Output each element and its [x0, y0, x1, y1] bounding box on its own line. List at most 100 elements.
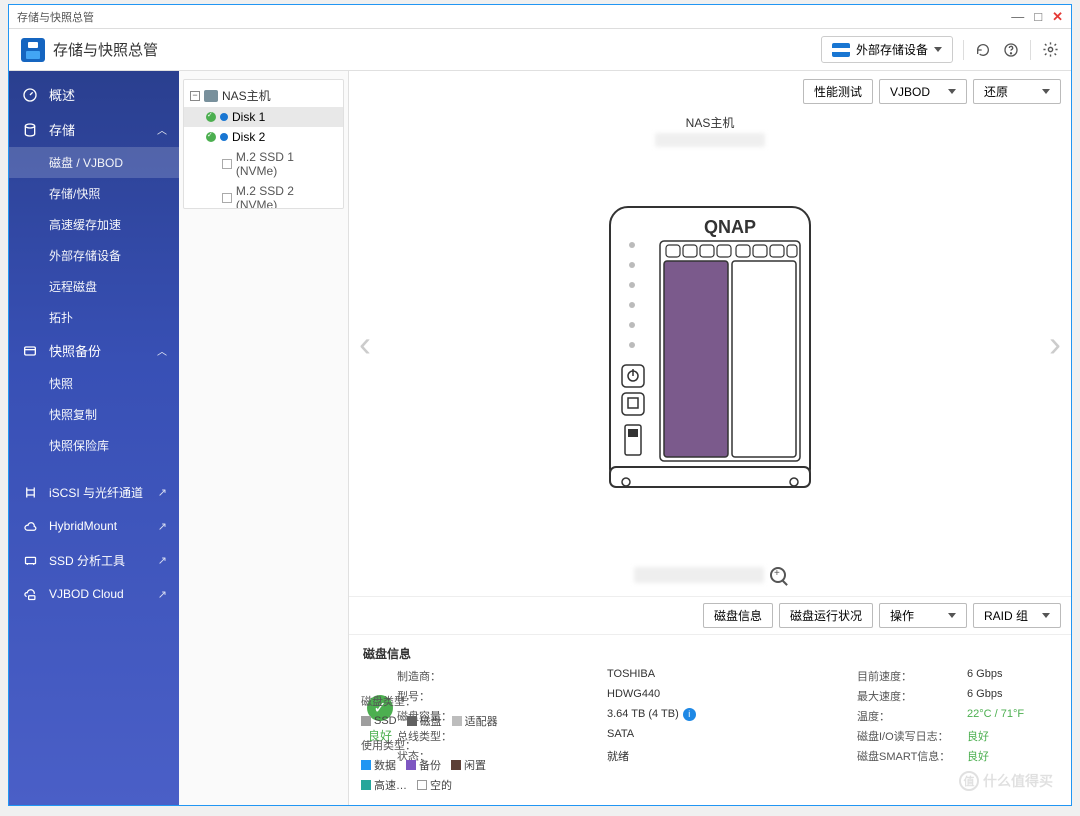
operate-dropdown[interactable]: 操作	[879, 603, 967, 628]
zoom-in-icon[interactable]	[770, 567, 786, 583]
sidebar-item-external[interactable]: 外部存储设备	[9, 240, 179, 271]
info-right-columns: 目前速度： 6 Gbps 最大速度： 6 Gbps 温度： 22°C / 71°…	[857, 668, 1057, 764]
sidebar-link-iscsi[interactable]: iSCSI 与光纤通道 ↗	[9, 475, 179, 509]
legend-section: 磁盘类型： SSD 磁盘 适配器 使用类型： 数据 备份 闲置 高速… 空的	[361, 693, 521, 801]
legend-ssd-label: SSD	[374, 715, 397, 727]
disk-dot-icon	[220, 113, 228, 121]
manufacturer-value: TOSHIBA	[607, 668, 707, 684]
redacted-serial	[634, 567, 764, 583]
bus-value: SATA	[607, 728, 707, 744]
raid-dropdown[interactable]: RAID 组	[973, 603, 1061, 628]
capacity-value: 3.64 TB (4 TB) i	[607, 708, 707, 724]
cur-speed-value: 6 Gbps	[967, 668, 1057, 684]
refresh-icon[interactable]	[974, 41, 992, 59]
state-value: 就绪	[607, 748, 707, 764]
tree-root[interactable]: − NAS主机	[184, 84, 343, 107]
sidebar-item-topology[interactable]: 拓扑	[9, 302, 179, 333]
sidebar-snapshot[interactable]: 快照备份 ︿	[9, 333, 179, 368]
disk-health-button[interactable]: 磁盘运行状况	[779, 603, 873, 628]
smart-value: 良好	[967, 748, 1057, 764]
next-arrow[interactable]: ›	[1049, 323, 1061, 365]
minimize-button[interactable]: —	[1011, 9, 1024, 25]
header-actions: 外部存储设备	[821, 36, 1059, 63]
diagram-area: NAS主机 ‹ › QNAP	[349, 108, 1071, 596]
legend-idle-icon	[451, 760, 461, 770]
legend-cache-label: 高速…	[374, 777, 407, 793]
disk-info-button[interactable]: 磁盘信息	[703, 603, 773, 628]
tree-m2-slot-2[interactable]: M.2 SSD 2 (NVMe)	[184, 181, 343, 209]
sidebar-item-snapshot-vault[interactable]: 快照保险库	[9, 430, 179, 461]
smart-label: 磁盘SMART信息：	[857, 748, 967, 764]
restore-label: 还原	[984, 83, 1008, 100]
capacity-text: 3.64 TB (4 TB)	[607, 708, 679, 720]
sidebar: 概述 存储 ︿ 磁盘 / VJBOD 存储/快照 高速缓存加速 外部存储设备 远…	[9, 71, 179, 805]
io-log-value: 良好	[967, 728, 1057, 744]
chevron-down-icon	[1042, 613, 1050, 618]
max-speed-label: 最大速度：	[857, 688, 967, 704]
tree-root-label: NAS主机	[222, 87, 271, 104]
gauge-icon	[21, 86, 39, 104]
sidebar-item-snapshot-copy[interactable]: 快照复制	[9, 399, 179, 430]
operate-label: 操作	[890, 607, 914, 624]
close-button[interactable]: ✕	[1052, 9, 1063, 25]
info-icon[interactable]: i	[683, 708, 696, 721]
iscsi-icon	[21, 483, 39, 501]
sidebar-item-snapshot[interactable]: 快照	[9, 368, 179, 399]
status-ok-icon	[206, 132, 216, 142]
diagram-title: NAS主机	[686, 114, 735, 131]
vjbod-label: VJBOD	[890, 85, 930, 99]
sidebar-link-label: HybridMount	[49, 519, 117, 533]
tree-slot-label: M.2 SSD 2 (NVMe)	[236, 184, 337, 209]
external-storage-button[interactable]: 外部存储设备	[821, 36, 953, 63]
app-window: 存储与快照总管 — □ ✕ 存储与快照总管 外部存储设备 概述	[8, 4, 1072, 806]
main-panel: 性能测试 VJBOD 还原 NAS主机 ‹ › QNAP	[349, 71, 1071, 805]
maximize-button[interactable]: □	[1034, 9, 1042, 25]
sidebar-link-label: SSD 分析工具	[49, 552, 125, 569]
tree-disk-label: Disk 2	[232, 130, 265, 144]
external-link-icon: ↗	[158, 554, 167, 567]
cloud-icon	[21, 517, 39, 535]
sidebar-item-storage-snapshot[interactable]: 存储/快照	[9, 178, 179, 209]
app-title: 存储与快照总管	[53, 39, 158, 60]
sidebar-overview[interactable]: 概述	[9, 77, 179, 112]
legend-empty-icon	[417, 780, 427, 790]
sidebar-link-hybridmount[interactable]: HybridMount ↗	[9, 509, 179, 543]
disk-tree-panel: − NAS主机 Disk 1 Disk 2 M.2 SSD 1 (NVMe)	[179, 71, 349, 805]
perf-test-button[interactable]: 性能测试	[803, 79, 873, 104]
collapse-icon[interactable]: −	[190, 91, 200, 101]
prev-arrow[interactable]: ‹	[359, 323, 371, 365]
sidebar-link-vjbod-cloud[interactable]: VJBOD Cloud ↗	[9, 577, 179, 611]
chevron-down-icon	[948, 613, 956, 618]
sidebar-item-cache[interactable]: 高速缓存加速	[9, 209, 179, 240]
sidebar-item-remote-disk[interactable]: 远程磁盘	[9, 271, 179, 302]
sidebar-link-ssd-analyzer[interactable]: SSD 分析工具 ↗	[9, 543, 179, 577]
temp-value: 22°C / 71°F	[967, 708, 1057, 724]
tree-m2-slot-1[interactable]: M.2 SSD 1 (NVMe)	[184, 147, 343, 181]
gear-icon[interactable]	[1041, 41, 1059, 59]
sidebar-storage-label: 存储	[49, 120, 75, 139]
help-icon[interactable]	[1002, 41, 1020, 59]
sidebar-link-label: VJBOD Cloud	[49, 587, 124, 601]
external-link-icon: ↗	[158, 588, 167, 601]
tree-disk-1[interactable]: Disk 1	[184, 107, 343, 127]
tree-disk-2[interactable]: Disk 2	[184, 127, 343, 147]
io-log-label: 磁盘I/O读写日志：	[857, 728, 967, 744]
restore-dropdown[interactable]: 还原	[973, 79, 1061, 104]
sidebar-storage[interactable]: 存储 ︿	[9, 112, 179, 147]
legend-disk-label: 磁盘	[420, 713, 442, 729]
vjbod-dropdown[interactable]: VJBOD	[879, 79, 967, 104]
app-header: 存储与快照总管 外部存储设备	[9, 29, 1071, 71]
raid-label: RAID 组	[984, 607, 1028, 624]
legend-data-icon	[361, 760, 371, 770]
chevron-up-icon: ︿	[157, 343, 167, 358]
max-speed-value: 6 Gbps	[967, 688, 1057, 704]
ssd-icon	[21, 551, 39, 569]
separator	[1030, 40, 1031, 60]
sidebar-item-disks[interactable]: 磁盘 / VJBOD	[9, 147, 179, 178]
cloud-disk-icon	[21, 585, 39, 603]
chevron-up-icon: ︿	[157, 122, 167, 137]
drive-bay-2	[732, 261, 796, 457]
legend-backup-icon	[406, 760, 416, 770]
legend-adapter-label: 适配器	[465, 713, 498, 729]
titlebar: 存储与快照总管 — □ ✕	[9, 5, 1071, 29]
